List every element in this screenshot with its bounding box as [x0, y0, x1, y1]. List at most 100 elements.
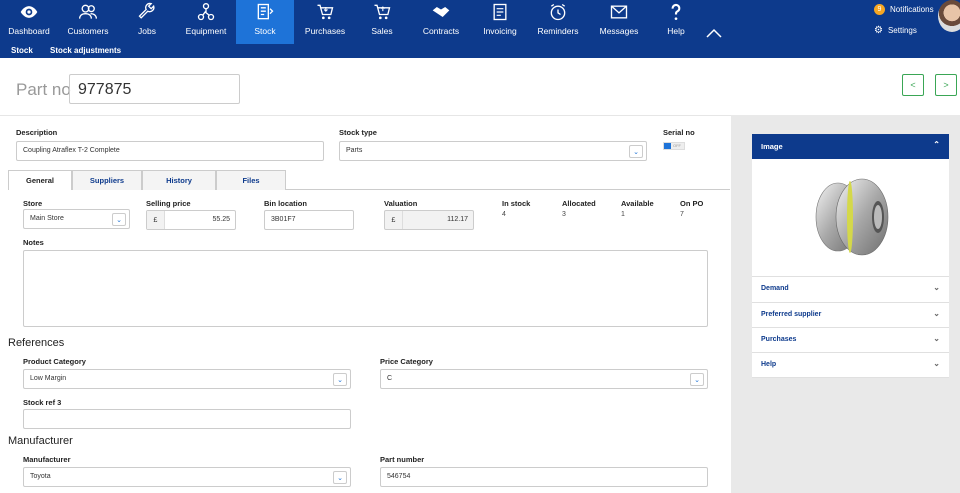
nav-contracts[interactable]: Contracts — [408, 0, 474, 44]
on-po-label: On PO — [680, 199, 704, 208]
notes-label: Notes — [23, 238, 44, 247]
selling-price-label: Selling price — [146, 199, 191, 208]
chevron-down-icon[interactable]: ⌄ — [629, 145, 643, 158]
store-select[interactable]: Main Store ⌄ — [23, 209, 130, 229]
stock-type-label: Stock type — [339, 128, 377, 137]
on-po-value: 7 — [680, 211, 684, 218]
nav-label: Purchases — [304, 26, 346, 36]
cart-icon — [317, 4, 334, 20]
sales-cart-icon — [374, 4, 391, 20]
subnav-stock[interactable]: Stock — [11, 46, 33, 55]
nav-label: Stock — [254, 26, 276, 36]
subnav-stock-adjustments[interactable]: Stock adjustments — [50, 46, 121, 55]
accordion-demand[interactable]: Demand ⌄ — [752, 277, 949, 302]
store-value: Main Store — [30, 215, 64, 222]
settings-link[interactable]: ⚙ Settings — [874, 25, 917, 36]
nav-stock[interactable]: Stock — [236, 0, 294, 44]
tab-files[interactable]: Files — [216, 170, 286, 190]
notes-textarea[interactable] — [23, 250, 708, 327]
available-label: Available — [621, 199, 654, 208]
toggle-state: OFF — [673, 143, 681, 148]
nav-label: Customers — [67, 26, 109, 36]
nav-invoicing[interactable]: Invoicing — [474, 0, 526, 44]
nav-label: Invoicing — [483, 26, 517, 36]
nav-jobs[interactable]: Jobs — [118, 0, 176, 44]
price-category-label: Price Category — [380, 357, 433, 366]
bin-location-field[interactable]: 3B01F7 — [264, 210, 354, 230]
stock-type-value: Parts — [346, 147, 363, 154]
invoice-icon — [493, 3, 507, 21]
chevron-down-icon[interactable]: ⌄ — [112, 213, 126, 226]
avatar[interactable] — [938, 0, 960, 32]
nav-equipment[interactable]: Equipment — [176, 0, 236, 44]
nav-label: Equipment — [185, 26, 227, 36]
accordion-label: Help — [761, 361, 777, 368]
nav-label: Dashboard — [8, 26, 50, 36]
part-number-field[interactable]: 546754 — [380, 467, 708, 487]
tab-history[interactable]: History — [142, 170, 216, 190]
references-heading: References — [8, 337, 65, 349]
allocated-value: 3 — [562, 211, 566, 218]
serial-no-label: Serial no — [663, 128, 695, 137]
stock-ref-3-label: Stock ref 3 — [23, 398, 62, 407]
nav-purchases[interactable]: Purchases — [294, 0, 356, 44]
notifications-label: Notifications — [890, 5, 934, 14]
wrench-icon — [138, 2, 155, 19]
side-accordion: Demand ⌄ Preferred supplier ⌄ Purchases ⌄ H… — [752, 277, 949, 378]
chevron-down-icon[interactable]: ⌄ — [333, 373, 347, 386]
collapse-chevron-icon[interactable] — [706, 28, 722, 38]
product-category-label: Product Category — [23, 357, 86, 366]
bin-location-label: Bin location — [264, 199, 307, 208]
tab-suppliers[interactable]: Suppliers — [72, 170, 142, 190]
settings-label: Settings — [887, 26, 917, 35]
nav-help[interactable]: Help — [648, 0, 704, 44]
nav-label: Reminders — [537, 26, 579, 36]
nav-reminders[interactable]: Reminders — [526, 0, 590, 44]
nav-dashboard[interactable]: Dashboard — [0, 0, 58, 44]
price-category-select[interactable]: C ⌄ — [380, 369, 708, 389]
accordion-label: Purchases — [761, 336, 797, 343]
nav-customers[interactable]: Customers — [58, 0, 118, 44]
serial-no-toggle[interactable]: OFF — [663, 142, 685, 150]
previous-button[interactable]: < — [902, 74, 924, 96]
nav-label: Jobs — [138, 26, 156, 36]
stock-type-select[interactable]: Parts ⌄ — [339, 141, 647, 161]
accordion-preferred-supplier[interactable]: Preferred supplier ⌄ — [752, 302, 949, 327]
nav-messages[interactable]: Messages — [590, 0, 648, 44]
stock-ref-3-field[interactable] — [23, 409, 351, 429]
chevron-down-icon[interactable]: ⌄ — [690, 373, 704, 386]
description-label: Description — [16, 128, 58, 137]
description-field[interactable]: Coupling Atraflex T-2 Complete — [16, 141, 324, 161]
notifications-link[interactable]: 9 Notifications — [874, 4, 934, 15]
image-panel-header[interactable]: Image ⌃ — [752, 134, 949, 159]
accordion-help[interactable]: Help ⌄ — [752, 352, 949, 377]
sub-nav-bar: Stock Stock adjustments — [0, 44, 960, 58]
manufacturer-value: Toyota — [30, 473, 51, 480]
price-category-value: C — [387, 375, 393, 382]
store-label: Store — [23, 199, 43, 208]
product-category-select[interactable]: Low Margin ⌄ — [23, 369, 351, 389]
next-button[interactable]: > — [935, 74, 957, 96]
image-panel-body — [752, 159, 949, 277]
available-value: 1 — [621, 211, 625, 218]
selling-price-field[interactable]: £ 55.25 — [146, 210, 236, 230]
accordion-purchases[interactable]: Purchases ⌄ — [752, 327, 949, 352]
nav-label: Messages — [599, 26, 639, 36]
valuation-label: Valuation — [384, 199, 418, 208]
question-icon — [671, 3, 681, 20]
nav-label: Help — [667, 26, 685, 36]
manufacturer-select[interactable]: Toyota ⌄ — [23, 467, 351, 487]
tab-general[interactable]: General — [8, 170, 72, 190]
in-stock-label: In stock — [502, 199, 531, 208]
nav-sales[interactable]: Sales — [356, 0, 408, 44]
users-icon — [79, 4, 97, 19]
chevron-down-icon: ⌄ — [933, 309, 940, 318]
handshake-icon — [432, 7, 450, 17]
part-number-label: Part number — [380, 455, 425, 464]
chevron-down-icon: ⌄ — [933, 334, 940, 343]
part-no-field[interactable]: 977875 — [69, 74, 240, 104]
manufacturer-label: Manufacturer — [23, 455, 71, 464]
allocated-label: Allocated — [562, 199, 596, 208]
chevron-down-icon[interactable]: ⌄ — [333, 471, 347, 484]
manufacturer-heading: Manufacturer — [8, 435, 73, 447]
